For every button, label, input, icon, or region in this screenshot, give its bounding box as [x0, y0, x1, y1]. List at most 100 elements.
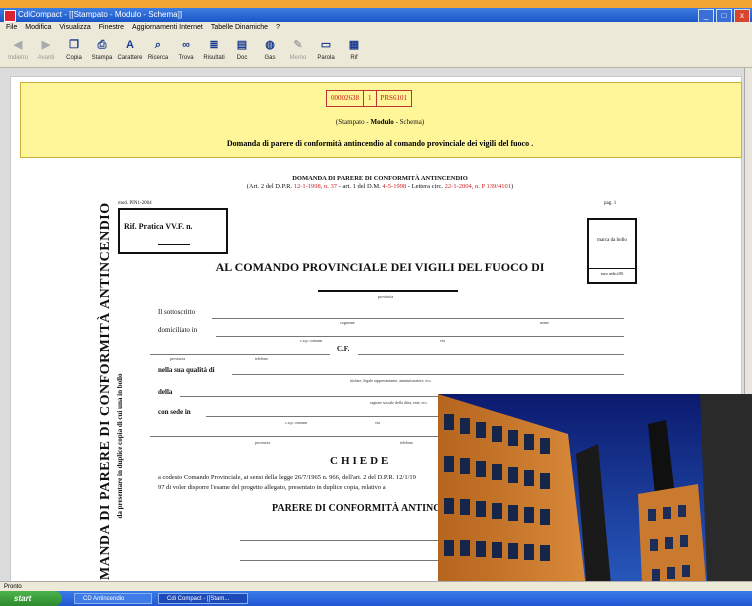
toolbar-button-label: Stampa [91, 55, 113, 61]
form-header-subtitle: (Stampato - Modulo - Schema) [335, 118, 425, 126]
seat-province-caption: provincia [255, 440, 271, 445]
seat-address-field[interactable] [150, 424, 440, 437]
menu-visualizza[interactable]: Visualizza [59, 22, 90, 34]
domicile-province-caption: provincia [170, 356, 186, 361]
applicant-name-field[interactable] [212, 306, 624, 319]
results-icon: ≣ [209, 39, 219, 51]
form-model-code: mod. PIN1-2004 [118, 201, 152, 206]
toolbar-button-label: Trova [178, 55, 194, 61]
domicile-field[interactable] [216, 324, 624, 337]
menu-bar: File Modifica Visualizza Finestre Aggior… [0, 22, 752, 34]
form-code-number: 00002638 [327, 91, 364, 106]
menu-tabelle[interactable]: Tabelle Dinamiche [211, 22, 268, 34]
minimize-button[interactable]: _ [698, 9, 714, 23]
toolbar-button-label: Ricerca [147, 55, 169, 61]
maximize-button[interactable]: □ [716, 9, 732, 23]
window-title: CdiCompact - [[Stampato - Modulo - Schem… [18, 10, 183, 19]
toolbar-button-label: Carattere [117, 55, 143, 61]
request-text-line-2: 97 di voler disporre l'esame del progett… [158, 484, 386, 491]
toolbar-button-risultati[interactable]: ≣ Risultati [202, 34, 226, 67]
form-document-legal-refs: (Art. 2 del D.P.R. 12-1-1998, n. 37 - ar… [246, 183, 514, 190]
word-icon: ▭ [320, 39, 332, 51]
toolbar-button-trova[interactable]: ∞ Trova [174, 34, 198, 67]
menu-file[interactable]: File [6, 22, 17, 34]
binoculars-icon: ∞ [182, 39, 190, 51]
toolbar-button-avanti[interactable]: ▶ Avanti [34, 34, 58, 67]
toolbar-button-copia[interactable]: ❐ Copia [62, 34, 86, 67]
domicile-label: domiciliato in [158, 326, 198, 334]
status-bar: Pronto [0, 581, 752, 591]
gas-icon: ◍ [265, 39, 275, 51]
toolbar-button-label: Parola [317, 55, 335, 61]
form-page-number: pag. 1 [604, 201, 617, 206]
company-label: della [158, 388, 173, 396]
menu-aggiornamenti[interactable]: Aggiornamenti Internet [132, 22, 203, 34]
capacity-label: nella sua qualità di [158, 366, 215, 374]
seat-phone-caption: telefono [400, 440, 414, 445]
practice-reference-label: Rif. Pratica VV.F. n. [124, 222, 193, 231]
toolbar-button-label: Indietro [7, 55, 28, 61]
reference-icon: ▦ [348, 39, 360, 51]
menu-help[interactable]: ? [276, 22, 280, 34]
toolbar-button-memo[interactable]: ✎ Memo [286, 34, 310, 67]
print-icon: ⎙ [97, 39, 107, 51]
form-code-id: PRS6101 [380, 94, 407, 102]
vertical-form-subtitle: da presentare in duplice copia di cui un… [116, 373, 124, 519]
building-photo [438, 394, 752, 606]
domicile-phone-caption: telefono [255, 356, 269, 361]
window-titlebar[interactable]: CdiCompact - [[Stampato - Modulo - Schem… [0, 8, 752, 22]
addressee-line [318, 290, 458, 292]
toolbar-button-label: Risultati [203, 55, 225, 61]
toolbar-button-indietro[interactable]: ◀ Indietro [6, 34, 30, 67]
form-header-title: Domanda di parere di conformità antincen… [226, 139, 534, 148]
capacity-field[interactable] [232, 362, 624, 375]
seat-field[interactable] [206, 404, 440, 417]
practice-reference-box [118, 208, 228, 254]
app-icon [4, 10, 16, 22]
start-button[interactable]: start [0, 591, 62, 606]
domicile-address-field[interactable] [150, 342, 330, 355]
toolbar-button-carattere[interactable]: A Carattere [117, 34, 143, 67]
capacity-caption: titolare, legale rappresentante, amminis… [350, 378, 432, 383]
toolbar-button-gas[interactable]: ◍ Gas [258, 34, 282, 67]
toolbar-button-rif[interactable]: ▦ Rif [342, 34, 366, 67]
request-heading: CHIEDE [330, 455, 392, 467]
toolbar-button-doc[interactable]: ▤ Doc [230, 34, 254, 67]
memo-icon: ✎ [293, 39, 303, 51]
menu-modifica[interactable]: Modifica [25, 22, 51, 34]
revenue-stamp-label: marca da bollo [597, 238, 627, 243]
seat-label: con sede in [158, 408, 191, 416]
works-field[interactable] [240, 528, 440, 541]
toolbar-button-label: Gas [264, 55, 276, 61]
toolbar-button-label: Memo [289, 55, 307, 61]
menu-finestre[interactable]: Finestre [99, 22, 124, 34]
back-icon: ◀ [13, 39, 23, 51]
province-caption: provincia [378, 294, 394, 299]
toolbar-button-label: Rif [350, 55, 358, 61]
toolbar-button-parola[interactable]: ▭ Parola [314, 34, 338, 67]
search-icon: ⌕ [154, 39, 162, 51]
form-document-title: DOMANDA DI PARERE DI CONFORMITÀ ANTINCEN… [292, 175, 468, 182]
toolbar-button-label: Avanti [37, 55, 55, 61]
close-button[interactable]: x [734, 9, 750, 23]
form-code-box: 00002638 1 PRS6101 [326, 90, 412, 107]
tax-code-field[interactable] [358, 342, 624, 355]
applicant-label: Il sottoscritto [158, 308, 196, 316]
toolbar-button-label: Copia [66, 55, 82, 61]
toolbar-button-ricerca[interactable]: ⌕ Ricerca [146, 34, 170, 67]
taskbar-item-cd-antincendio[interactable]: CD Antincendio [74, 593, 152, 604]
copy-icon: ❐ [69, 39, 79, 51]
window-controls: _ □ x [698, 9, 750, 23]
request-text-line-1: a codesto Comando Provinciale, ai sensi … [158, 474, 416, 481]
toolbar-button-label: Doc [236, 55, 248, 61]
taskbar-item-cdi-compact[interactable]: Cdi Compact - [[Stam... [158, 593, 248, 604]
practice-reference-line [158, 244, 190, 245]
addressee-heading: AL COMANDO PROVINCIALE DEI VIGILI DEL FU… [215, 260, 545, 274]
forward-icon: ▶ [41, 39, 51, 51]
font-icon: A [126, 39, 134, 51]
tax-code-label: C.F. [337, 345, 350, 353]
toolbar: ◀ Indietro ▶ Avanti ❐ Copia ⎙ Stampa A Carattere ⌕… [0, 34, 752, 68]
form-code-index: 1 [364, 91, 377, 106]
toolbar-button-stampa[interactable]: ⎙ Stampa [90, 34, 114, 67]
activity-field[interactable] [240, 548, 440, 561]
